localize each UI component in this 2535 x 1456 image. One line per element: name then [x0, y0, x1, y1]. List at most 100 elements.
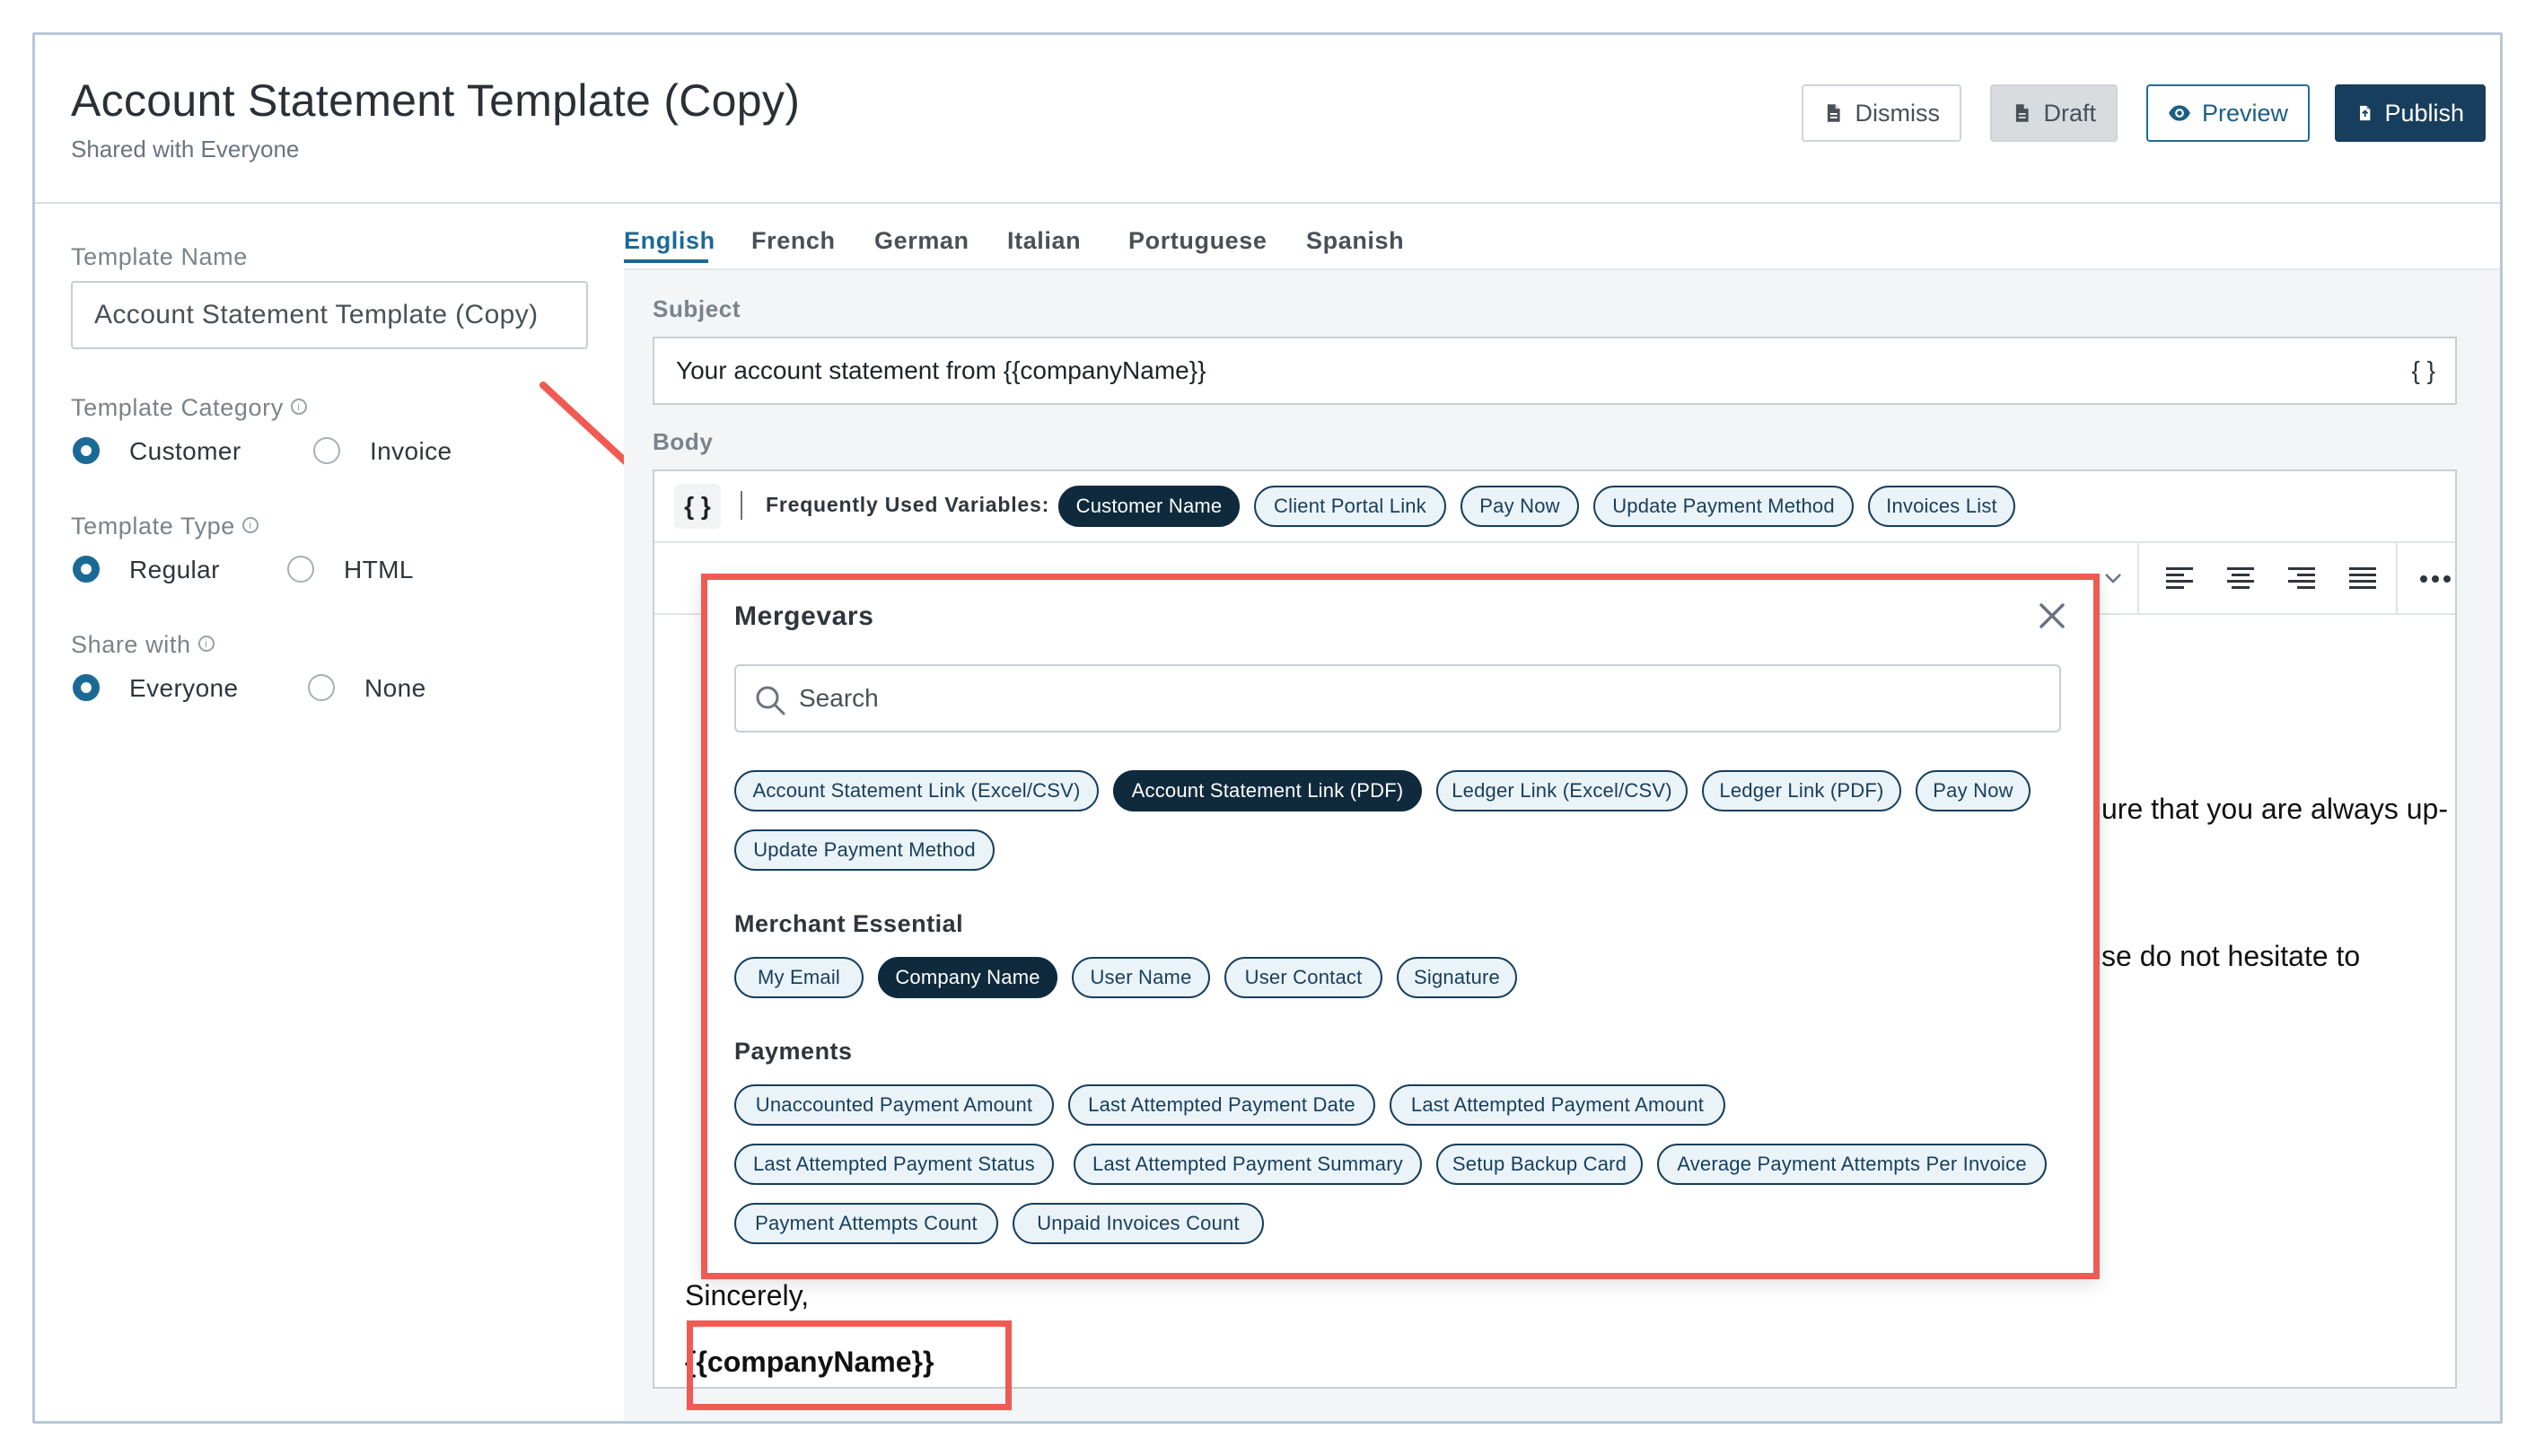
- merchant-essential-title: Merchant Essential: [734, 910, 964, 937]
- type-html-label: HTML: [344, 556, 414, 583]
- mergevars-search-input[interactable]: Search: [734, 664, 2061, 732]
- align-center-icon[interactable]: [2225, 563, 2256, 593]
- dismiss-label: Dismiss: [1855, 99, 1941, 127]
- page-header: Account Statement Template (Copy) Shared…: [35, 35, 2500, 204]
- frequent-var-chip[interactable]: Update Payment Method: [1593, 486, 1854, 527]
- page-title: Account Statement Template (Copy): [71, 75, 801, 126]
- mergevar-chip[interactable]: Setup Backup Card: [1436, 1144, 1643, 1185]
- more-options-icon[interactable]: [2417, 570, 2453, 588]
- info-icon: i: [197, 636, 215, 652]
- tab-spanish[interactable]: Spanish: [1306, 227, 1404, 255]
- publish-button[interactable]: Publish: [2335, 84, 2486, 142]
- mergevar-chip[interactable]: Pay Now: [1916, 770, 2031, 811]
- preview-button[interactable]: Preview: [2146, 84, 2310, 142]
- frequent-var-chip[interactable]: Invoices List: [1868, 486, 2015, 527]
- mergevar-chip[interactable]: Ledger Link (PDF): [1702, 770, 1901, 811]
- mergevars-title: Mergevars: [734, 601, 874, 631]
- dismiss-button[interactable]: Dismiss: [1802, 84, 1961, 142]
- type-html-radio[interactable]: [287, 556, 314, 583]
- frequent-var-chip[interactable]: Client Portal Link: [1254, 486, 1446, 527]
- payments-title: Payments: [734, 1038, 853, 1065]
- category-invoice-label: Invoice: [370, 437, 452, 465]
- category-customer-radio[interactable]: [73, 437, 100, 464]
- document-icon: [2015, 104, 2029, 122]
- mergevar-chip[interactable]: Average Payment Attempts Per Invoice: [1657, 1144, 2047, 1185]
- publish-label: Publish: [2384, 99, 2464, 127]
- body-label: Body: [653, 428, 714, 455]
- draft-button[interactable]: Draft: [1990, 84, 2118, 142]
- preview-label: Preview: [2201, 99, 2288, 127]
- tab-german[interactable]: German: [874, 227, 969, 255]
- template-type-label: Template Type i: [71, 513, 259, 540]
- mergevar-chip[interactable]: My Email: [734, 957, 864, 998]
- align-justify-icon[interactable]: [2347, 563, 2378, 593]
- tab-french[interactable]: French: [751, 227, 836, 255]
- variables-toolbar: { } Frequently Used Variables: Customer …: [654, 471, 2455, 543]
- draft-label: Draft: [2043, 99, 2096, 127]
- template-category-label: Template Category i: [71, 394, 307, 422]
- share-with-text: Share with: [71, 631, 191, 658]
- share-none-label: None: [364, 674, 426, 702]
- category-customer-label: Customer: [129, 437, 241, 465]
- publish-document-icon: [2360, 105, 2371, 121]
- tab-portuguese[interactable]: Portuguese: [1128, 227, 1268, 255]
- active-tab-indicator: [624, 259, 708, 263]
- align-right-icon[interactable]: [2286, 563, 2317, 593]
- share-with-label: Share with i: [71, 631, 215, 659]
- type-regular-label: Regular: [129, 556, 220, 583]
- mergevar-chip[interactable]: Account Statement Link (PDF): [1113, 770, 1422, 811]
- mergevar-chip[interactable]: Company Name: [878, 957, 1057, 998]
- eye-icon: [2169, 105, 2190, 121]
- mergevar-chip[interactable]: User Name: [1072, 957, 1210, 998]
- subject-label: Subject: [653, 295, 741, 322]
- template-name-label: Template Name: [71, 243, 248, 270]
- app-window: Account Statement Template (Copy) Shared…: [32, 32, 2503, 1424]
- mergevar-chip[interactable]: Update Payment Method: [734, 829, 995, 871]
- toolbar-divider: [2137, 543, 2139, 615]
- mergevar-chip[interactable]: Signature: [1397, 957, 1517, 998]
- info-icon: i: [241, 517, 259, 533]
- search-placeholder: Search: [799, 684, 879, 712]
- mergevar-chip[interactable]: Account Statement Link (Excel/CSV): [734, 770, 1099, 811]
- category-invoice-radio[interactable]: [313, 437, 340, 464]
- subject-value: Your account statement from {{companyNam…: [676, 356, 1206, 384]
- tab-italian[interactable]: Italian: [1007, 227, 1081, 255]
- mergevar-chip[interactable]: Unaccounted Payment Amount: [734, 1084, 1054, 1126]
- subject-input[interactable]: Your account statement from {{companyNam…: [653, 337, 2457, 405]
- toolbar-divider: [2396, 543, 2398, 615]
- close-icon[interactable]: [2034, 598, 2070, 634]
- info-icon: i: [290, 399, 307, 415]
- tab-english[interactable]: English: [624, 227, 715, 255]
- document-icon: [1827, 104, 1840, 122]
- frequent-var-chip[interactable]: Customer Name: [1058, 486, 1240, 527]
- template-category-text: Template Category: [71, 394, 284, 421]
- body-text-line: se do not hesitate to: [2101, 940, 2361, 972]
- mergevar-chip[interactable]: Unpaid Invoices Count: [1013, 1203, 1264, 1244]
- mergevar-chip[interactable]: Last Attempted Payment Date: [1068, 1084, 1375, 1126]
- type-regular-radio[interactable]: [73, 556, 100, 583]
- share-everyone-radio[interactable]: [73, 674, 100, 701]
- share-none-radio[interactable]: [308, 674, 335, 701]
- body-text-line: ure that you are always up-: [2101, 793, 2448, 825]
- mergevar-chip[interactable]: Payment Attempts Count: [734, 1203, 998, 1244]
- toolbar-divider: [741, 491, 742, 520]
- template-name-input[interactable]: Account Statement Template (Copy): [71, 281, 588, 349]
- signature-highlight-box: [687, 1320, 1012, 1410]
- template-type-text: Template Type: [71, 513, 235, 539]
- search-icon: [756, 686, 785, 715]
- mergevars-popup: Mergevars Search Account Statement Link …: [701, 574, 2100, 1279]
- mergevar-chip[interactable]: User Contact: [1224, 957, 1382, 998]
- mergevar-chip[interactable]: Last Attempted Payment Summary: [1074, 1144, 1422, 1185]
- frequent-variables-label: Frequently Used Variables:: [766, 493, 1050, 516]
- mergevar-chip[interactable]: Last Attempted Payment Amount: [1390, 1084, 1725, 1126]
- body-closing: Sincerely,: [685, 1279, 810, 1311]
- subject-mergevar-button[interactable]: { }: [2412, 356, 2435, 385]
- mergevar-chip[interactable]: Last Attempted Payment Status: [734, 1144, 1054, 1185]
- mergevar-chip[interactable]: Ledger Link (Excel/CSV): [1436, 770, 1688, 811]
- page-subtitle: Shared with Everyone: [71, 136, 300, 162]
- align-left-icon[interactable]: [2164, 563, 2195, 593]
- share-everyone-label: Everyone: [129, 674, 239, 702]
- chevron-down-icon[interactable]: [2103, 570, 2123, 586]
- mergevar-button[interactable]: { }: [674, 484, 721, 529]
- frequent-var-chip[interactable]: Pay Now: [1460, 486, 1579, 527]
